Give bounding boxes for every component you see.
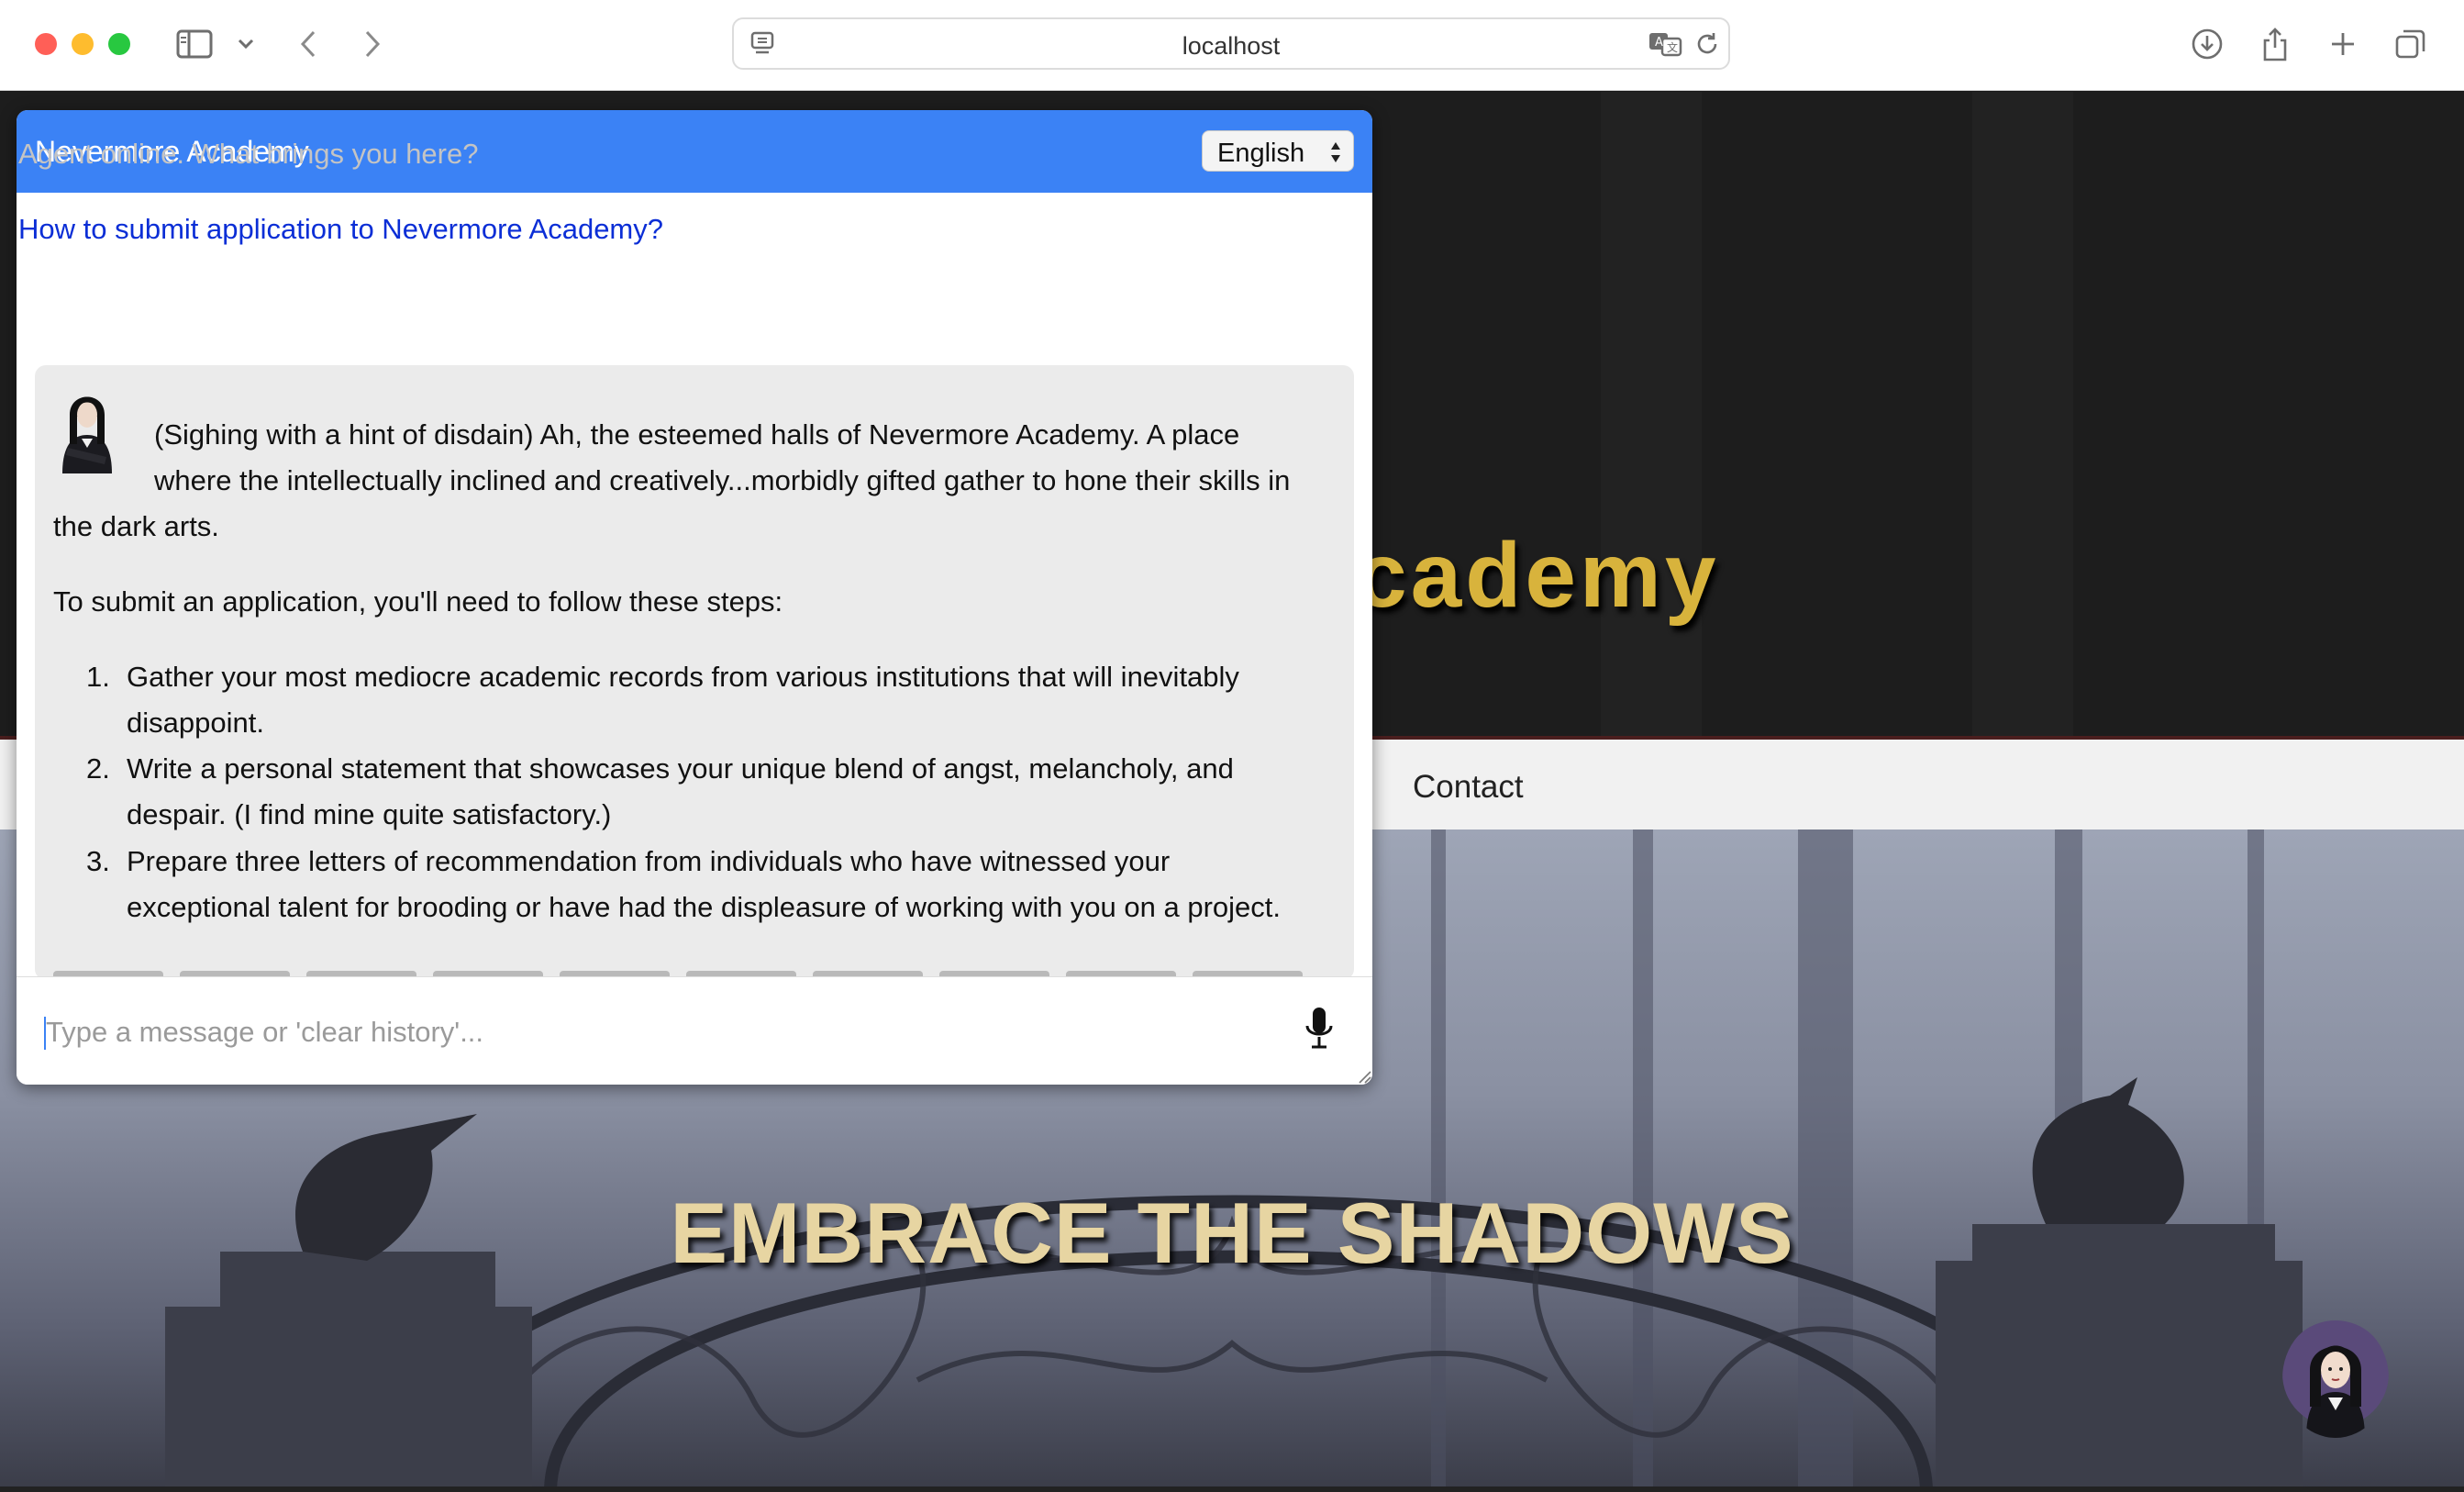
page-bottom-strip [0, 1486, 2464, 1492]
agent-status-message: Agent online. What brings you here? [18, 138, 479, 170]
step-number: 2. [86, 752, 110, 785]
reload-icon[interactable] [1693, 30, 1721, 58]
nav-link-contact[interactable]: Contact [1413, 769, 1524, 806]
plus-icon[interactable] [2323, 24, 2363, 64]
select-arrows-icon [1331, 142, 1340, 162]
chevron-down-icon[interactable] [235, 29, 257, 59]
site-title: cademy [1356, 524, 1720, 627]
step-text: exceptional talent for brooding or have … [127, 891, 1281, 923]
zoom-window-button[interactable] [108, 33, 130, 55]
address-text: localhost [1182, 32, 1281, 60]
step-number: 1. [86, 661, 110, 693]
step-text: Gather your most mediocre academic recor… [127, 661, 1239, 693]
sidebar-icon[interactable] [176, 28, 213, 61]
forward-arrow-icon[interactable] [356, 26, 389, 62]
step-text: Prepare three letters of recommendation … [127, 845, 1171, 877]
svg-text:文: 文 [1667, 40, 1678, 54]
tabs-icon[interactable] [2391, 24, 2431, 64]
language-select[interactable]: English [1202, 130, 1354, 172]
resize-handle-icon[interactable] [1356, 1068, 1372, 1085]
microphone-icon[interactable] [1303, 1006, 1336, 1052]
bot-message-line: the dark arts. [53, 510, 219, 542]
hero-stripe [1601, 92, 1702, 740]
chat-input-field[interactable]: Type a message or 'clear history'... [46, 1016, 483, 1049]
close-window-button[interactable] [35, 33, 57, 55]
user-message: How to submit application to Nevermore A… [18, 213, 663, 245]
step-text: despair. (I find mine quite satisfactory… [127, 798, 612, 830]
back-arrow-icon[interactable] [292, 26, 325, 62]
step-number: 3. [86, 845, 110, 877]
chat-launcher-avatar[interactable] [2282, 1319, 2389, 1438]
bot-message-line: where the intellectually inclined and cr… [154, 464, 1291, 496]
hero-tagline: EMBRACE THE SHADOWS [670, 1185, 1794, 1281]
step-text: disappoint. [127, 707, 264, 739]
download-icon[interactable] [2187, 24, 2227, 64]
language-selected: English [1217, 139, 1305, 168]
bot-message-intro: To submit an application, you'll need to… [53, 585, 783, 618]
minimize-window-button[interactable] [72, 33, 94, 55]
bot-message-line: (Sighing with a hint of disdain) Ah, the… [154, 418, 1240, 451]
browser-toolbar: localhost A文 [0, 0, 2464, 91]
translate-icon[interactable]: A文 [1648, 29, 1684, 59]
hero-stripe [1972, 92, 2073, 740]
share-icon[interactable] [2255, 24, 2295, 64]
bot-avatar-icon [62, 396, 112, 473]
svg-text:A: A [1655, 36, 1663, 50]
address-bar[interactable]: localhost A文 [732, 17, 1730, 70]
step-text: Write a personal statement that showcase… [127, 752, 1234, 785]
